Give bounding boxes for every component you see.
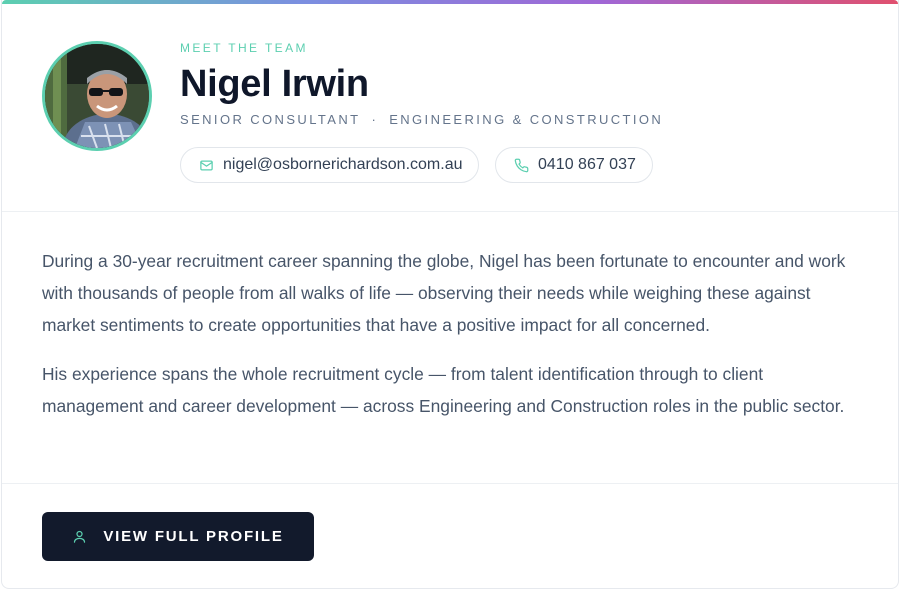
bio-section: During a 30-year recruitment career span… — [42, 245, 852, 422]
phone-text: 0410 867 037 — [538, 156, 636, 173]
phone-icon — [514, 158, 529, 173]
bio-paragraph: His experience spans the whole recruitme… — [42, 364, 845, 416]
email-link[interactable]: nigel@osbornerichardson.com.au — [180, 147, 479, 183]
user-icon — [72, 529, 87, 544]
role-separator: · — [371, 112, 379, 127]
profile-card: MEET THE TEAM Nigel Irwin SENIOR CONSULT… — [1, 0, 899, 589]
mail-icon — [199, 158, 214, 173]
cta-label: VIEW FULL PROFILE — [103, 528, 284, 545]
divider — [2, 483, 898, 484]
sector-label: ENGINEERING & CONSTRUCTION — [389, 112, 664, 127]
avatar — [42, 41, 152, 151]
view-full-profile-button[interactable]: VIEW FULL PROFILE — [42, 512, 314, 561]
profile-name: Nigel Irwin — [180, 63, 369, 105]
job-title: SENIOR CONSULTANT — [180, 112, 361, 127]
phone-link[interactable]: 0410 867 037 — [495, 147, 653, 183]
eyebrow-label: MEET THE TEAM — [180, 41, 308, 55]
profile-header: MEET THE TEAM Nigel Irwin SENIOR CONSULT… — [2, 4, 898, 212]
role-line: SENIOR CONSULTANT · ENGINEERING & CONSTRUC… — [180, 112, 663, 127]
bio-paragraph: During a 30-year recruitment career span… — [42, 251, 846, 335]
email-text: nigel@osbornerichardson.com.au — [223, 156, 463, 173]
